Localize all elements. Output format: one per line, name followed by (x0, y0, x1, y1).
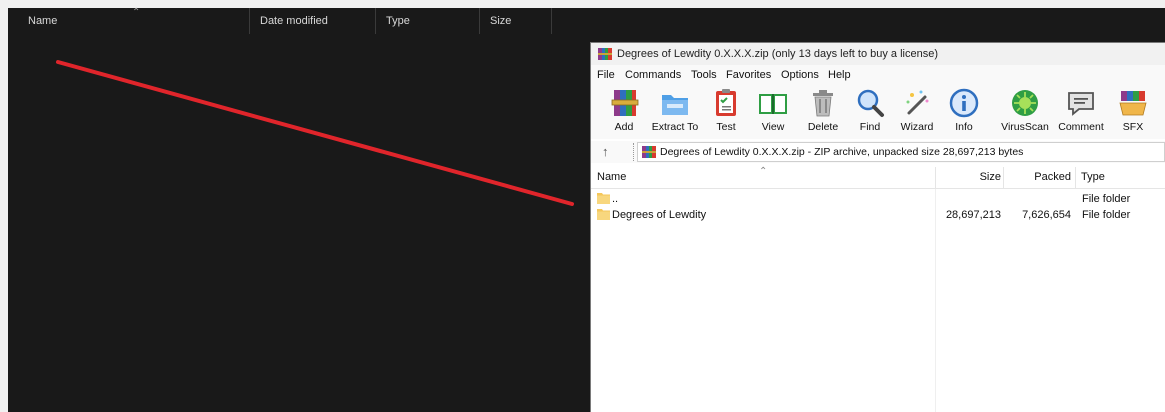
virus-scan-icon (1012, 90, 1038, 116)
extract-to-button[interactable]: Extract To (649, 87, 701, 137)
winrar-window: Degrees of Lewdity 0.X.X.X.zip (only 13 … (590, 42, 1165, 412)
menu-tools[interactable]: Tools (691, 65, 717, 85)
file-list: .. File folder Degrees of Lewdity 28,697… (591, 189, 1165, 412)
wizard-button[interactable]: Wizard (897, 87, 937, 137)
virusscan-button[interactable]: VirusScan (999, 87, 1051, 137)
comment-icon (1068, 92, 1094, 116)
magnifier-icon (857, 89, 884, 117)
column-size[interactable]: Size (937, 167, 1003, 188)
menu-commands[interactable]: Commands (625, 65, 681, 85)
column-type[interactable]: Type (1081, 167, 1161, 188)
column-separator[interactable] (1003, 167, 1004, 188)
address-text: Degrees of Lewdity 0.X.X.X.zip - ZIP arc… (660, 146, 1024, 158)
menu-help[interactable]: Help (828, 65, 851, 85)
menu-favorites[interactable]: Favorites (726, 65, 771, 85)
up-one-level-icon[interactable]: ↑ (602, 143, 609, 161)
menu-bar: File Commands Tools Favorites Options He… (591, 65, 1165, 85)
add-archive-icon (611, 90, 639, 116)
list-item-parent-folder[interactable]: .. File folder (591, 191, 1165, 207)
comment-button[interactable]: Comment (1055, 87, 1107, 137)
explorer-column-name[interactable]: Name (18, 8, 250, 34)
trash-can-icon (813, 90, 833, 117)
explorer-column-date-modified[interactable]: Date modified (250, 8, 376, 34)
explorer-column-size[interactable]: Size (480, 8, 552, 34)
list-item-folder[interactable]: Degrees of Lewdity 28,697,213 7,626,654 … (591, 207, 1165, 223)
address-field[interactable]: Degrees of Lewdity 0.X.X.X.zip - ZIP arc… (637, 142, 1165, 162)
explorer-column-header: ⌃ Name Date modified Type Size (8, 8, 568, 34)
folder-icon (597, 209, 610, 220)
column-separator[interactable] (935, 167, 936, 188)
view-button[interactable]: View (753, 87, 793, 137)
magic-wand-icon (906, 90, 929, 115)
extract-folder-icon (662, 95, 688, 115)
address-divider (633, 143, 634, 161)
column-separator[interactable] (1075, 167, 1076, 188)
zip-archive-icon (642, 146, 656, 158)
info-icon (949, 88, 979, 118)
winrar-app-icon (598, 48, 612, 60)
screen: ⌃ Name Date modified Type Size Degrees o… (0, 0, 1165, 412)
sfx-archive-icon (1119, 91, 1147, 116)
view-book-icon (759, 94, 787, 114)
column-packed[interactable]: Packed (1005, 167, 1073, 188)
column-name[interactable]: Name (597, 167, 935, 188)
address-bar: ↑ Degrees of Lewdity 0.X.X.X.zip - ZIP a… (591, 141, 1165, 163)
menu-file[interactable]: File (597, 65, 615, 85)
file-list-header: ⌃ Name Size Packed Type (591, 167, 1165, 189)
window-title: Degrees of Lewdity 0.X.X.X.zip (only 13 … (617, 48, 938, 60)
find-button[interactable]: Find (853, 87, 887, 137)
title-bar[interactable]: Degrees of Lewdity 0.X.X.X.zip (only 13 … (591, 43, 1165, 66)
test-clipboard-icon (716, 89, 736, 116)
menu-options[interactable]: Options (781, 65, 819, 85)
toolbar: Add Extract To Test View Delete Find Wiz… (591, 85, 1165, 139)
info-button[interactable]: Info (947, 87, 981, 137)
folder-icon (597, 193, 610, 204)
add-button[interactable]: Add (605, 87, 643, 137)
delete-button[interactable]: Delete (803, 87, 843, 137)
sfx-button[interactable]: SFX (1113, 87, 1153, 137)
test-button[interactable]: Test (709, 87, 743, 137)
explorer-column-type[interactable]: Type (376, 8, 480, 34)
